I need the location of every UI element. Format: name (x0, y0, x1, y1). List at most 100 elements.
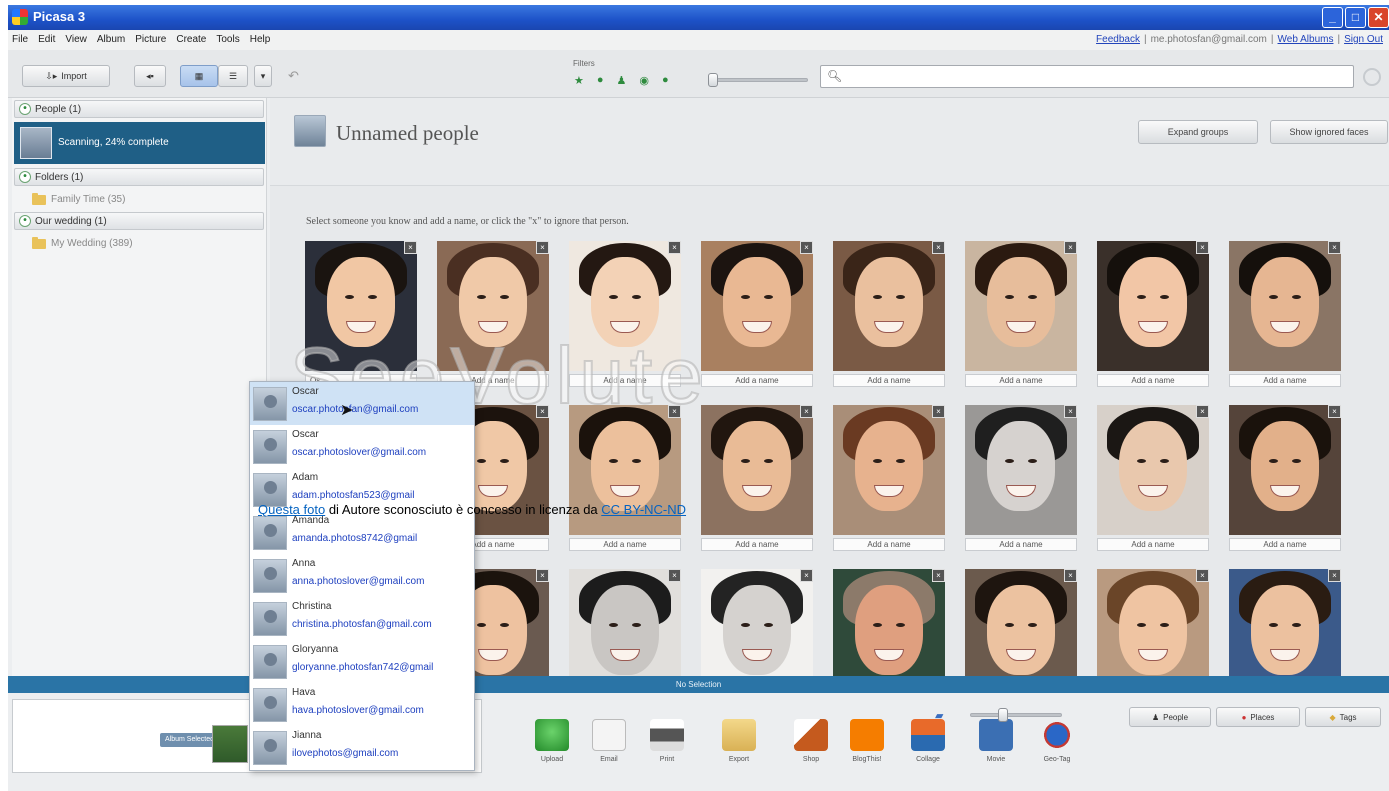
ignore-face-icon[interactable]: × (800, 241, 813, 254)
face-card[interactable]: × Add a name (701, 241, 813, 399)
face-thumbnail[interactable]: × (1097, 405, 1209, 535)
face-card[interactable]: ×Add a name (701, 405, 813, 563)
places-tab-button[interactable]: ● Places (1216, 707, 1300, 727)
movie-button[interactable]: Movie (969, 719, 1023, 763)
search-input[interactable] (843, 68, 1343, 85)
upload-filter-icon[interactable]: ● (597, 74, 604, 87)
thumbnail-size-slider[interactable] (970, 713, 1062, 717)
menu-create[interactable]: Create (176, 34, 206, 45)
face-card[interactable]: ×Add a name (569, 569, 681, 676)
people-filter-icon[interactable]: ♟ (617, 74, 627, 87)
photo-link[interactable]: Questa foto (258, 502, 325, 517)
suggestion-item[interactable]: Christina christina.photosfan@gmail.com (250, 597, 474, 640)
face-thumbnail[interactable]: × (833, 241, 945, 371)
face-card[interactable]: ×Add a name (569, 405, 681, 563)
undo-icon[interactable]: ↶ (288, 68, 299, 84)
suggestion-item[interactable]: Jianna ilovephotos@gmail.com (250, 726, 474, 769)
menu-picture[interactable]: Picture (135, 34, 166, 45)
face-card[interactable]: ×Add a name (833, 241, 945, 399)
folder-item-my-wedding[interactable]: My Wedding (389) (32, 236, 133, 249)
geotag-filter-icon[interactable]: ● (662, 74, 669, 87)
face-thumbnail[interactable]: × (1229, 241, 1341, 371)
email-button[interactable]: Email (582, 719, 636, 763)
suggestion-item[interactable]: Oscar oscar.photosfan@gmail.com (250, 382, 474, 425)
export-button[interactable]: Export (712, 719, 766, 763)
upload-web-button[interactable]: ◂▪ (134, 65, 166, 87)
add-name-button[interactable]: Add a name (965, 374, 1077, 387)
wedding-collection-header[interactable]: • Our wedding (1) (14, 212, 264, 230)
ignore-face-icon[interactable]: × (536, 569, 549, 582)
maximize-icon[interactable]: □ (1345, 7, 1366, 28)
close-icon[interactable]: ✕ (1368, 7, 1389, 28)
face-card[interactable]: ×Add a name (1097, 241, 1209, 399)
face-thumbnail[interactable]: × (833, 405, 945, 535)
people-tab-button[interactable]: ♟ People (1129, 707, 1211, 727)
upload-button[interactable]: Upload (525, 719, 579, 763)
ignore-face-icon[interactable]: × (800, 569, 813, 582)
suggestion-item[interactable]: Anna anna.photoslover@gmail.com (250, 554, 474, 597)
ignore-face-icon[interactable]: × (1328, 569, 1341, 582)
menu-edit[interactable]: Edit (38, 34, 55, 45)
ignore-face-icon[interactable]: × (1196, 569, 1209, 582)
ignore-face-icon[interactable]: × (668, 241, 681, 254)
face-card[interactable]: × Add a name (965, 405, 1077, 563)
suggestion-item[interactable]: Amanda amanda.photos8742@gmail (250, 511, 474, 554)
add-name-button[interactable]: Add a name (1229, 538, 1341, 551)
folders-collection-header[interactable]: • Folders (1) (14, 168, 264, 186)
ignore-face-icon[interactable]: × (932, 241, 945, 254)
menu-tools[interactable]: Tools (216, 34, 239, 45)
add-name-button[interactable]: Add a name (1097, 538, 1209, 551)
menu-album[interactable]: Album (97, 34, 125, 45)
folder-item-family-time[interactable]: Family Time (35) (32, 192, 125, 205)
collapse-icon[interactable]: • (19, 171, 31, 183)
ignore-face-icon[interactable]: × (800, 405, 813, 418)
expand-groups-button[interactable]: Expand groups (1138, 120, 1258, 144)
face-card[interactable]: × Add a name (1229, 241, 1341, 399)
ignore-face-icon[interactable]: × (1064, 241, 1077, 254)
face-thumbnail[interactable]: × (1229, 405, 1341, 535)
face-thumbnail[interactable]: × (1097, 241, 1209, 371)
face-thumbnail[interactable]: × (965, 405, 1077, 535)
license-link[interactable]: CC BY-NC-ND (601, 502, 686, 517)
web-albums-link[interactable]: Web Albums (1278, 34, 1334, 45)
collapse-icon[interactable]: • (19, 103, 31, 115)
library-view-button[interactable]: ▦ (180, 65, 218, 87)
tags-tab-button[interactable]: ◆ Tags (1305, 707, 1381, 727)
suggestion-item[interactable]: Oscar oscar.photoslover@gmail.com (250, 425, 474, 468)
add-name-button[interactable]: Add a name (1229, 374, 1341, 387)
collapse-icon[interactable]: • (19, 215, 31, 227)
add-name-button[interactable]: Add a name (701, 374, 813, 387)
sign-out-link[interactable]: Sign Out (1344, 34, 1383, 45)
feedback-link[interactable]: Feedback (1096, 34, 1140, 45)
menu-help[interactable]: Help (250, 34, 271, 45)
tray-thumbnail[interactable] (212, 725, 248, 763)
suggestion-item[interactable]: Hava hava.photoslover@gmail.com (250, 683, 474, 726)
thumbnail-size-slider-knob[interactable] (998, 708, 1008, 722)
face-thumbnail[interactable]: × (569, 569, 681, 676)
face-thumbnail[interactable]: × (1229, 569, 1341, 676)
date-filter-slider[interactable] (708, 78, 808, 82)
face-thumbnail[interactable]: × (965, 569, 1077, 676)
face-card[interactable]: × Add a name (1097, 405, 1209, 563)
ignore-face-icon[interactable]: × (1064, 569, 1077, 582)
ignore-face-icon[interactable]: × (932, 405, 945, 418)
geotag-button[interactable]: Geo-Tag (1030, 719, 1084, 763)
import-button[interactable]: ⇩▸ Import (22, 65, 110, 87)
ignore-face-icon[interactable]: × (1328, 241, 1341, 254)
show-ignored-faces-button[interactable]: Show ignored faces (1270, 120, 1388, 144)
ignore-face-icon[interactable]: × (1196, 241, 1209, 254)
face-card[interactable]: ×Add a name (1229, 569, 1341, 676)
ignore-face-icon[interactable]: × (1328, 405, 1341, 418)
face-card[interactable]: × Add a name (965, 241, 1077, 399)
face-card[interactable]: ×Add a name (965, 569, 1077, 676)
star-filter-icon[interactable]: ★ (574, 74, 584, 87)
face-card[interactable]: ×Add a name (1097, 569, 1209, 676)
add-name-button[interactable]: Add a name (965, 538, 1077, 551)
face-card[interactable]: ×Add a name (833, 405, 945, 563)
menu-file[interactable]: File (12, 34, 28, 45)
date-filter-slider-knob[interactable] (708, 73, 718, 87)
people-collection-header[interactable]: • People (1) (14, 100, 264, 118)
ignore-face-icon[interactable]: × (404, 241, 417, 254)
ignore-face-icon[interactable]: × (536, 241, 549, 254)
print-button[interactable]: Print (640, 719, 694, 763)
